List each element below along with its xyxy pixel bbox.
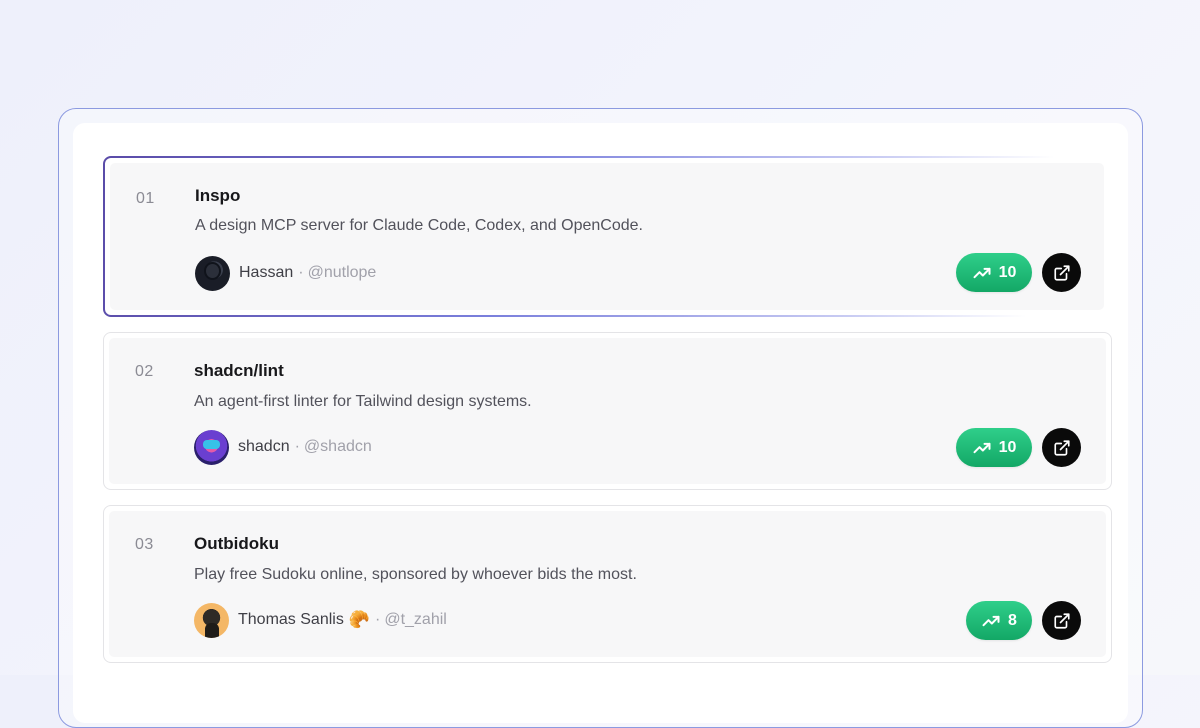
external-link-icon <box>1053 264 1070 281</box>
trending-up-icon <box>973 267 991 278</box>
rank-number: 03 <box>135 536 154 553</box>
vote-count: 8 <box>1008 611 1017 629</box>
product-description: An agent-first linter for Tailwind desig… <box>194 393 532 410</box>
author-info[interactable]: Thomas Sanlis 🥐 · @t_zahil <box>194 602 447 638</box>
trending-up-icon <box>973 442 991 453</box>
vote-count: 10 <box>998 438 1017 456</box>
upvote-button[interactable]: 10 <box>956 428 1032 467</box>
rank-number: 02 <box>135 363 154 380</box>
list-item[interactable]: 03 Outbidoku Play free Sudoku online, sp… <box>103 505 1112 663</box>
author-name: shadcn <box>238 438 290 455</box>
trending-up-icon <box>982 615 1000 626</box>
vote-count: 10 <box>998 263 1017 281</box>
open-link-button[interactable] <box>1042 428 1081 467</box>
avatar <box>194 602 229 638</box>
avatar <box>195 255 230 291</box>
author-name: Thomas Sanlis <box>238 611 344 628</box>
author-name: Hassan <box>239 264 294 281</box>
separator: · <box>298 264 304 281</box>
separator: · <box>375 611 381 628</box>
product-title[interactable]: shadcn/lint <box>194 361 284 381</box>
open-link-button[interactable] <box>1042 253 1081 292</box>
croissant-emoji: 🥐 <box>348 610 370 629</box>
external-link-icon <box>1053 612 1070 629</box>
product-description: Play free Sudoku online, sponsored by wh… <box>194 566 637 583</box>
external-link-icon <box>1053 439 1070 456</box>
product-description: A design MCP server for Claude Code, Cod… <box>195 217 643 234</box>
upvote-button[interactable]: 8 <box>966 601 1032 640</box>
author-handle: @nutlope <box>307 264 377 281</box>
product-title[interactable]: Outbidoku <box>194 534 279 554</box>
avatar <box>194 429 229 465</box>
separator: · <box>294 438 300 455</box>
product-title[interactable]: Inspo <box>195 186 240 206</box>
rank-number: 01 <box>136 190 155 207</box>
upvote-button[interactable]: 10 <box>956 253 1032 292</box>
author-handle: @shadcn <box>303 438 372 455</box>
author-handle: @t_zahil <box>384 611 447 628</box>
list-item[interactable]: 01 Inspo A design MCP server for Claude … <box>103 156 1109 317</box>
open-link-button[interactable] <box>1042 601 1081 640</box>
list-item[interactable]: 02 shadcn/lint An agent-first linter for… <box>103 332 1112 490</box>
author-info[interactable]: shadcn · @shadcn <box>194 429 372 465</box>
author-info[interactable]: Hassan · @nutlope <box>195 255 376 291</box>
